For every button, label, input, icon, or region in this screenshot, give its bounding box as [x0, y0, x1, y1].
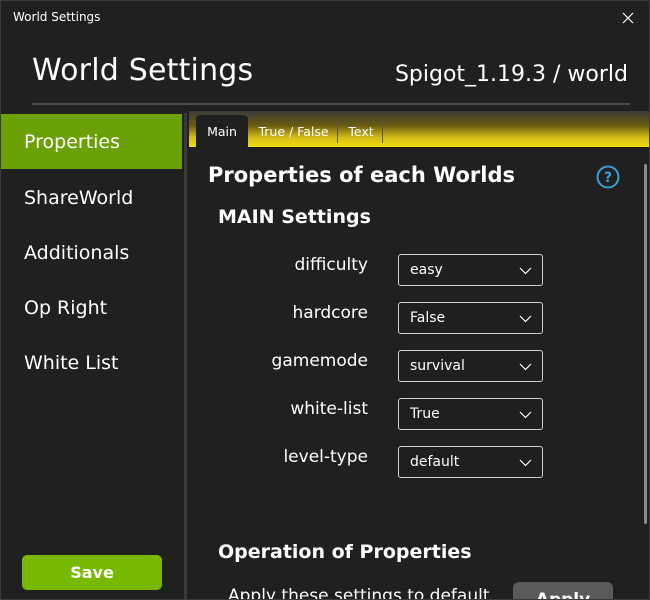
- sidebar-item-label: Properties: [24, 130, 121, 153]
- select-value: survival: [410, 358, 465, 374]
- gamemode-select[interactable]: survival: [398, 350, 543, 382]
- tab-true-false[interactable]: True / False: [253, 115, 334, 147]
- sidebar-item-properties[interactable]: Properties: [1, 114, 182, 169]
- select-value: easy: [410, 262, 443, 278]
- tab-strip: Main True / False Text: [189, 111, 649, 147]
- hardcore-select[interactable]: False: [398, 302, 543, 334]
- apply-button[interactable]: Apply: [513, 582, 613, 599]
- tab-label: Text: [348, 123, 374, 139]
- tab-main[interactable]: Main: [196, 115, 248, 147]
- tab-label: True / False: [258, 123, 329, 139]
- server-world-label: Spigot_1.19.3 / world: [394, 62, 628, 87]
- level-type-select[interactable]: default: [398, 446, 543, 478]
- select-value: False: [410, 310, 446, 326]
- sidebar-item-label: ShareWorld: [24, 186, 134, 209]
- white-list-select[interactable]: True: [398, 398, 543, 430]
- window-title: World Settings: [13, 10, 101, 24]
- select-value: True: [410, 406, 440, 422]
- header-divider: [32, 103, 630, 105]
- chevron-down-icon: [519, 411, 532, 419]
- sidebar-item-op-right[interactable]: Op Right: [1, 280, 182, 335]
- sidebar-item-additionals[interactable]: Additionals: [1, 225, 182, 280]
- chevron-down-icon: [519, 315, 532, 323]
- chevron-down-icon: [519, 363, 532, 371]
- property-label-hardcore: hardcore: [292, 303, 369, 323]
- section-title: Properties of each Worlds: [208, 163, 516, 187]
- title-bar: World Settings: [1, 1, 649, 35]
- difficulty-select[interactable]: easy: [398, 254, 543, 286]
- close-icon: [622, 12, 634, 24]
- tab-label: Main: [207, 123, 237, 139]
- select-value: default: [410, 454, 460, 470]
- tab-separator: [382, 121, 383, 143]
- save-button[interactable]: Save: [22, 555, 162, 590]
- property-label-white-list: white-list: [290, 399, 368, 419]
- properties-panel: Properties of each Worlds ? MAIN Setting…: [189, 147, 644, 600]
- property-label-gamemode: gamemode: [271, 351, 368, 371]
- svg-text:?: ?: [604, 170, 612, 186]
- world-settings-window: World Settings World Settings Spigot_1.1…: [0, 0, 650, 600]
- property-label-level-type: level-type: [283, 447, 368, 467]
- sidebar-divider: [184, 113, 187, 599]
- page-title: World Settings: [32, 53, 254, 88]
- sidebar-item-label: White List: [24, 351, 119, 374]
- sidebar: Properties ShareWorld Additionals Op Rig…: [1, 113, 184, 599]
- tab-text[interactable]: Text: [340, 115, 382, 147]
- close-button[interactable]: [615, 5, 641, 31]
- operation-title: Operation of Properties: [218, 541, 472, 563]
- main-settings-title: MAIN Settings: [218, 206, 371, 228]
- vertical-scrollbar[interactable]: [644, 164, 647, 524]
- sidebar-item-shareworld[interactable]: ShareWorld: [1, 170, 182, 225]
- apply-default-text: Apply these settings to default: [228, 586, 490, 600]
- sidebar-item-label: Additionals: [24, 241, 130, 264]
- property-label-difficulty: difficulty: [294, 255, 368, 275]
- chevron-down-icon: [519, 459, 532, 467]
- tab-separator: [337, 121, 338, 143]
- sidebar-item-label: Op Right: [24, 296, 108, 319]
- sidebar-item-white-list[interactable]: White List: [1, 335, 182, 390]
- question-circle-icon[interactable]: ?: [596, 165, 620, 189]
- chevron-down-icon: [519, 267, 532, 275]
